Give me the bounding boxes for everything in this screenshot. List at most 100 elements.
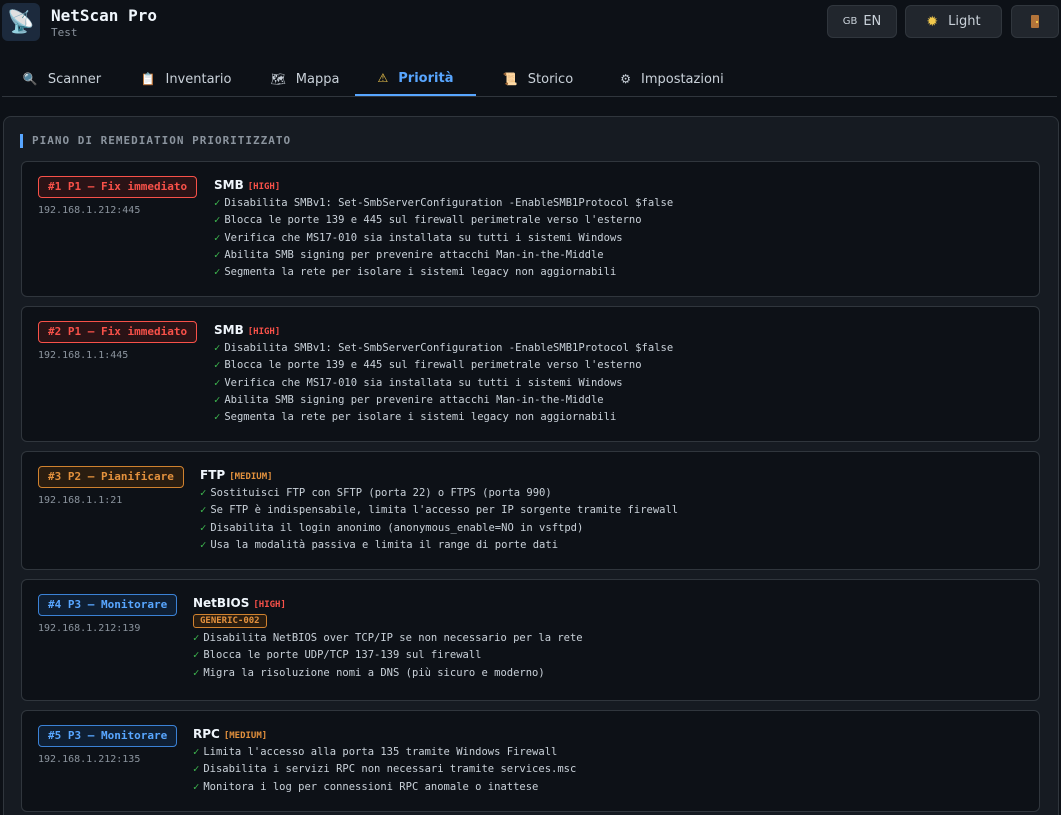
service-name: FTP [MEDIUM] (200, 466, 678, 484)
step-text: Blocca le porte 139 e 445 sul firewall p… (224, 214, 642, 227)
remediation-steps: ✓ Disabilita SMBv1: Set-SmbServerConfigur… (214, 195, 673, 281)
card-content: RPC [MEDIUM] ✓ Limita l'accesso alla porta… (193, 725, 576, 796)
step-text: Verifica che MS17-010 sia installata su … (224, 231, 623, 244)
section-title: PIANO DI REMEDIATION PRIORITIZZATO (20, 134, 291, 148)
check-icon: ✓ (193, 649, 200, 662)
step-item: ✓ Disabilita SMBv1: Set-SmbServerConfigur… (214, 195, 673, 212)
step-text: Usa la modalità passiva e limita il rang… (210, 538, 559, 551)
gb-flag-icon: GB (842, 16, 858, 27)
tab-label: Inventario (165, 71, 232, 87)
host-address: 192.168.1.212:135 (38, 754, 141, 765)
check-icon: ✓ (214, 411, 221, 424)
step-text: Verifica che MS17-010 sia installata su … (224, 376, 623, 389)
host-address: 192.168.1.212:139 (38, 623, 141, 634)
step-item: ✓ Abilita SMB signing per prevenire attac… (214, 247, 673, 264)
step-item: ✓ Disabilita NetBIOS over TCP/IP se non n… (193, 630, 583, 647)
remediation-steps: ✓ Disabilita SMBv1: Set-SmbServerConfigur… (214, 340, 673, 426)
check-icon: ✓ (193, 632, 200, 644)
severity-label: [MEDIUM] (229, 472, 273, 482)
tab-mappa[interactable]: 🗺 Mappa (270, 62, 340, 96)
check-icon: ✓ (193, 746, 200, 758)
tab-scanner[interactable]: 🔍 Scanner (22, 62, 102, 96)
door-icon (1031, 15, 1039, 28)
remediation-card: #1 P1 — Fix immediato 192.168.1.212:445 … (21, 161, 1040, 297)
remediation-steps: ✓ Limita l'accesso alla porta 135 tramite… (193, 744, 576, 796)
check-icon: ✓ (200, 487, 207, 499)
logout-button[interactable] (1011, 5, 1059, 38)
step-item: ✓ Disabilita il login anonimo (anonymous_… (200, 520, 678, 537)
tab-label: Scanner (47, 71, 102, 87)
language-button[interactable]: GB EN (827, 5, 897, 38)
step-item: ✓ Segmenta la rete per isolare i sistemi … (214, 409, 673, 426)
step-item: ✓ Abilita SMB signing per prevenire attac… (214, 392, 673, 409)
step-item: ✓ Migra la risoluzione nomi a DNS (più si… (193, 665, 583, 682)
check-icon: ✓ (214, 231, 221, 244)
tab-label: Priorità (398, 70, 454, 86)
step-text: Disabilita NetBIOS over TCP/IP se non ne… (203, 632, 583, 644)
priority-badge: #5 P3 — Monitorare (38, 725, 178, 747)
tab-impostazioni[interactable]: ⚙ Impostazioni (613, 62, 731, 96)
warning-icon: ⚠ (377, 71, 389, 85)
tab-storico[interactable]: 📜 Storico (498, 62, 578, 96)
priority-badge: #1 P1 — Fix immediato (38, 176, 198, 198)
severity-label: [HIGH] (247, 327, 281, 337)
check-icon: ✓ (200, 504, 207, 517)
check-icon: ✓ (214, 359, 221, 372)
check-icon: ✓ (214, 214, 221, 227)
priority-badge: #3 P2 — Pianificare (38, 466, 184, 488)
card-content: SMB [HIGH] ✓ Disabilita SMBv1: Set-SmbServ… (214, 321, 673, 426)
step-text: Monitora i log per connessioni RPC anoma… (203, 780, 539, 793)
clipboard-icon: 📋 (140, 72, 156, 86)
step-item: ✓ Blocca le porte 139 e 445 sul firewall … (214, 212, 673, 229)
satellite-dish-icon: 📡 (2, 3, 40, 41)
remediation-card: #3 P2 — Pianificare 192.168.1.1:21 FTP [M… (21, 451, 1040, 570)
host-address: 192.168.1.1:445 (38, 350, 129, 361)
step-text: Disabilita i servizi RPC non necessari t… (203, 763, 577, 776)
step-item: ✓ Monitora i log per connessioni RPC anom… (193, 779, 576, 796)
step-item: ✓ Se FTP è indispensabile, limita l'acces… (200, 502, 678, 519)
step-text: Blocca le porte UDP/TCP 137-139 sul fire… (203, 649, 482, 662)
remediation-steps: ✓ Sostituisci FTP con SFTP (porta 22) o F… (200, 485, 678, 554)
step-text: Disabilita SMBv1: Set-SmbServerConfigura… (224, 197, 674, 209)
app-header: 📡 NetScan Pro Test GB EN ✹ Light (0, 0, 1061, 52)
language-label: EN (863, 14, 882, 29)
step-text: Blocca le porte 139 e 445 sul firewall p… (224, 359, 642, 372)
tab-priorita[interactable]: ⚠ Priorità (355, 62, 476, 96)
service-name: SMB [HIGH] (214, 321, 673, 339)
tab-label: Mappa (295, 71, 340, 87)
card-content: FTP [MEDIUM] ✓ Sostituisci FTP con SFTP (p… (200, 466, 678, 554)
tab-bar: 🔍 Scanner 📋 Inventario 🗺 Mappa ⚠ Priorit… (2, 62, 1057, 97)
gear-icon: ⚙ (620, 72, 631, 86)
priority-badge: #2 P1 — Fix immediato (38, 321, 198, 343)
remediation-steps: ✓ Disabilita NetBIOS over TCP/IP se non n… (193, 630, 583, 682)
check-icon: ✓ (193, 666, 200, 679)
theme-label: Light (948, 14, 981, 29)
check-icon: ✓ (214, 197, 221, 209)
service-name: SMB [HIGH] (214, 176, 673, 194)
rule-tag: GENERIC-002 (193, 614, 267, 628)
theme-toggle-button[interactable]: ✹ Light (905, 5, 1002, 38)
step-text: Segmenta la rete per isolare i sistemi l… (224, 266, 617, 279)
check-icon: ✓ (200, 521, 207, 534)
map-icon: 🗺 (270, 72, 286, 86)
step-item: ✓ Usa la modalità passiva e limita il ran… (200, 537, 678, 554)
step-text: Sostituisci FTP con SFTP (porta 22) o FT… (210, 487, 552, 499)
service-label: FTP (200, 468, 226, 482)
step-item: ✓ Segmenta la rete per isolare i sistemi … (214, 264, 673, 281)
step-text: Limita l'accesso alla porta 135 tramite … (203, 746, 558, 758)
check-icon: ✓ (214, 393, 221, 406)
severity-label: [HIGH] (253, 600, 286, 610)
service-name: NetBIOS [HIGH] (193, 594, 583, 612)
step-item: ✓ Sostituisci FTP con SFTP (porta 22) o F… (200, 485, 678, 502)
step-item: ✓ Blocca le porte UDP/TCP 137-139 sul fir… (193, 647, 583, 664)
sun-icon: ✹ (926, 13, 939, 30)
check-icon: ✓ (214, 376, 221, 389)
step-item: ✓ Disabilita i servizi RPC non necessari … (193, 761, 576, 778)
check-icon: ✓ (214, 266, 221, 279)
service-name: RPC [MEDIUM] (193, 725, 576, 743)
step-text: Abilita SMB signing per prevenire attacc… (224, 248, 604, 261)
tab-inventario[interactable]: 📋 Inventario (135, 62, 237, 96)
service-label: SMB (214, 178, 244, 192)
severity-label: [HIGH] (247, 182, 281, 192)
step-text: Abilita SMB signing per prevenire attacc… (224, 393, 604, 406)
